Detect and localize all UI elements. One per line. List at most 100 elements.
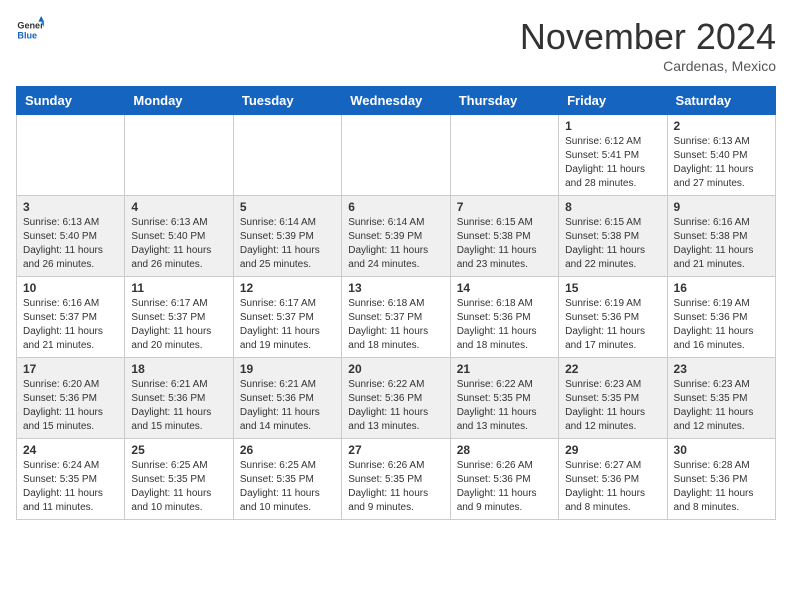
- day-number: 6: [348, 200, 443, 214]
- day-info: Sunrise: 6:23 AMSunset: 5:35 PMDaylight:…: [565, 378, 660, 434]
- day-number: 19: [240, 362, 335, 376]
- calendar-cell: 9 Sunrise: 6:16 AMSunset: 5:38 PMDaylight…: [667, 196, 775, 277]
- calendar-cell: 2 Sunrise: 6:13 AMSunset: 5:40 PMDaylight…: [667, 115, 775, 196]
- location: Cardenas, Mexico: [520, 58, 776, 74]
- day-number: 26: [240, 443, 335, 457]
- calendar-cell: 29Sunrise: 6:27 AMSunset: 5:36 PMDayligh…: [559, 439, 667, 520]
- calendar-cell: 20Sunrise: 6:22 AMSunset: 5:36 PMDayligh…: [342, 358, 450, 439]
- day-number: 13: [348, 281, 443, 295]
- calendar-cell: [17, 115, 125, 196]
- day-number: 5: [240, 200, 335, 214]
- day-info: Sunrise: 6:25 AMSunset: 5:35 PMDaylight:…: [240, 459, 335, 515]
- day-info: Sunrise: 6:28 AMSunset: 5:36 PMDaylight:…: [674, 459, 769, 515]
- day-number: 17: [23, 362, 118, 376]
- day-info: Sunrise: 6:16 AMSunset: 5:38 PMDaylight:…: [674, 216, 769, 272]
- calendar-cell: 10 Sunrise: 6:16 AMSunset: 5:37 PMDayligh…: [17, 277, 125, 358]
- svg-text:General: General: [17, 21, 44, 31]
- day-number: 12: [240, 281, 335, 295]
- day-number: 18: [131, 362, 226, 376]
- calendar-table: SundayMondayTuesdayWednesdayThursdayFrid…: [16, 86, 776, 520]
- calendar-week-row: 3Sunrise: 6:13 AMSunset: 5:40 PMDaylight…: [17, 196, 776, 277]
- calendar-cell: 3Sunrise: 6:13 AMSunset: 5:40 PMDaylight…: [17, 196, 125, 277]
- weekday-monday: Monday: [125, 87, 233, 115]
- day-info: Sunrise: 6:15 AMSunset: 5:38 PMDaylight:…: [457, 216, 552, 272]
- day-info: Sunrise: 6:16 AMSunset: 5:37 PMDaylight:…: [23, 297, 118, 353]
- calendar-cell: 17 Sunrise: 6:20 AMSunset: 5:36 PMDayligh…: [17, 358, 125, 439]
- day-info: Sunrise: 6:13 AMSunset: 5:40 PMDaylight:…: [674, 135, 769, 191]
- day-number: 1: [565, 119, 660, 133]
- svg-text:Blue: Blue: [17, 30, 37, 40]
- day-number: 9: [674, 200, 769, 214]
- day-info: Sunrise: 6:19 AMSunset: 5:36 PMDaylight:…: [674, 297, 769, 353]
- day-number: 22: [565, 362, 660, 376]
- page-header: General Blue November 2024 Cardenas, Mex…: [16, 16, 776, 74]
- day-info: Sunrise: 6:20 AMSunset: 5:36 PMDaylight:…: [23, 378, 118, 434]
- day-info: Sunrise: 6:14 AMSunset: 5:39 PMDaylight:…: [348, 216, 443, 272]
- day-info: Sunrise: 6:13 AMSunset: 5:40 PMDaylight:…: [131, 216, 226, 272]
- weekday-saturday: Saturday: [667, 87, 775, 115]
- calendar-cell: 26 Sunrise: 6:25 AMSunset: 5:35 PMDayligh…: [233, 439, 341, 520]
- day-info: Sunrise: 6:21 AMSunset: 5:36 PMDaylight:…: [131, 378, 226, 434]
- day-info: Sunrise: 6:26 AMSunset: 5:36 PMDaylight:…: [457, 459, 552, 515]
- day-info: Sunrise: 6:24 AMSunset: 5:35 PMDaylight:…: [23, 459, 118, 515]
- calendar-cell: 12 Sunrise: 6:17 AMSunset: 5:37 PMDayligh…: [233, 277, 341, 358]
- day-info: Sunrise: 6:23 AMSunset: 5:35 PMDaylight:…: [674, 378, 769, 434]
- calendar-cell: 16 Sunrise: 6:19 AMSunset: 5:36 PMDayligh…: [667, 277, 775, 358]
- calendar-cell: [342, 115, 450, 196]
- calendar-cell: 7 Sunrise: 6:15 AMSunset: 5:38 PMDaylight…: [450, 196, 558, 277]
- calendar-cell: [125, 115, 233, 196]
- day-info: Sunrise: 6:12 AMSunset: 5:41 PMDaylight:…: [565, 135, 660, 191]
- calendar-cell: 21 Sunrise: 6:22 AMSunset: 5:35 PMDayligh…: [450, 358, 558, 439]
- calendar-cell: 5Sunrise: 6:14 AMSunset: 5:39 PMDaylight…: [233, 196, 341, 277]
- day-info: Sunrise: 6:19 AMSunset: 5:36 PMDaylight:…: [565, 297, 660, 353]
- day-number: 16: [674, 281, 769, 295]
- calendar-week-row: 10 Sunrise: 6:16 AMSunset: 5:37 PMDayligh…: [17, 277, 776, 358]
- calendar-cell: 4 Sunrise: 6:13 AMSunset: 5:40 PMDaylight…: [125, 196, 233, 277]
- calendar-week-row: 1 Sunrise: 6:12 AMSunset: 5:41 PMDaylight…: [17, 115, 776, 196]
- calendar-cell: 18 Sunrise: 6:21 AMSunset: 5:36 PMDayligh…: [125, 358, 233, 439]
- calendar-cell: 8Sunrise: 6:15 AMSunset: 5:38 PMDaylight…: [559, 196, 667, 277]
- day-number: 20: [348, 362, 443, 376]
- day-info: Sunrise: 6:13 AMSunset: 5:40 PMDaylight:…: [23, 216, 118, 272]
- weekday-friday: Friday: [559, 87, 667, 115]
- day-number: 28: [457, 443, 552, 457]
- calendar-cell: 23Sunrise: 6:23 AMSunset: 5:35 PMDayligh…: [667, 358, 775, 439]
- day-number: 2: [674, 119, 769, 133]
- day-number: 15: [565, 281, 660, 295]
- day-info: Sunrise: 6:22 AMSunset: 5:35 PMDaylight:…: [457, 378, 552, 434]
- calendar-cell: 15 Sunrise: 6:19 AMSunset: 5:36 PMDayligh…: [559, 277, 667, 358]
- logo: General Blue: [16, 16, 44, 44]
- day-number: 4: [131, 200, 226, 214]
- calendar-week-row: 17 Sunrise: 6:20 AMSunset: 5:36 PMDayligh…: [17, 358, 776, 439]
- day-number: 8: [565, 200, 660, 214]
- calendar-cell: 1 Sunrise: 6:12 AMSunset: 5:41 PMDaylight…: [559, 115, 667, 196]
- calendar-cell: 11 Sunrise: 6:17 AMSunset: 5:37 PMDayligh…: [125, 277, 233, 358]
- weekday-tuesday: Tuesday: [233, 87, 341, 115]
- day-info: Sunrise: 6:25 AMSunset: 5:35 PMDaylight:…: [131, 459, 226, 515]
- day-info: Sunrise: 6:18 AMSunset: 5:36 PMDaylight:…: [457, 297, 552, 353]
- calendar-cell: 30Sunrise: 6:28 AMSunset: 5:36 PMDayligh…: [667, 439, 775, 520]
- day-info: Sunrise: 6:18 AMSunset: 5:37 PMDaylight:…: [348, 297, 443, 353]
- calendar-cell: [450, 115, 558, 196]
- day-number: 21: [457, 362, 552, 376]
- weekday-sunday: Sunday: [17, 87, 125, 115]
- weekday-header-row: SundayMondayTuesdayWednesdayThursdayFrid…: [17, 87, 776, 115]
- day-info: Sunrise: 6:27 AMSunset: 5:36 PMDaylight:…: [565, 459, 660, 515]
- calendar-cell: 13 Sunrise: 6:18 AMSunset: 5:37 PMDayligh…: [342, 277, 450, 358]
- day-info: Sunrise: 6:17 AMSunset: 5:37 PMDaylight:…: [240, 297, 335, 353]
- calendar-cell: 14 Sunrise: 6:18 AMSunset: 5:36 PMDayligh…: [450, 277, 558, 358]
- day-number: 10: [23, 281, 118, 295]
- day-number: 11: [131, 281, 226, 295]
- day-info: Sunrise: 6:17 AMSunset: 5:37 PMDaylight:…: [131, 297, 226, 353]
- day-info: Sunrise: 6:21 AMSunset: 5:36 PMDaylight:…: [240, 378, 335, 434]
- day-number: 14: [457, 281, 552, 295]
- calendar-cell: [233, 115, 341, 196]
- calendar-cell: 27Sunrise: 6:26 AMSunset: 5:35 PMDayligh…: [342, 439, 450, 520]
- calendar-cell: 28 Sunrise: 6:26 AMSunset: 5:36 PMDayligh…: [450, 439, 558, 520]
- day-number: 7: [457, 200, 552, 214]
- calendar-week-row: 24 Sunrise: 6:24 AMSunset: 5:35 PMDayligh…: [17, 439, 776, 520]
- day-number: 25: [131, 443, 226, 457]
- day-number: 24: [23, 443, 118, 457]
- weekday-wednesday: Wednesday: [342, 87, 450, 115]
- calendar-cell: 22 Sunrise: 6:23 AMSunset: 5:35 PMDayligh…: [559, 358, 667, 439]
